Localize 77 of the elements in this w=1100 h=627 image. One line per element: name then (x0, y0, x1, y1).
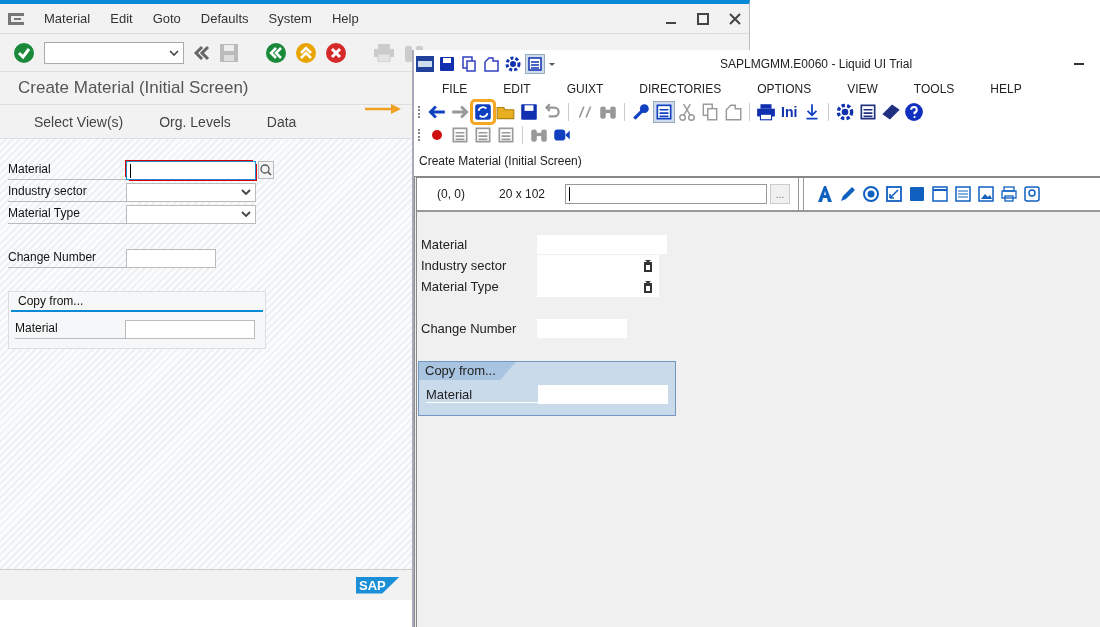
position-label: (0, 0) (437, 187, 466, 201)
settings-icon[interactable] (504, 55, 522, 73)
window-icon[interactable] (931, 185, 949, 203)
menu-item[interactable]: OPTIONS (757, 82, 832, 96)
save-icon[interactable] (519, 101, 539, 122)
help-icon[interactable] (904, 101, 925, 122)
screen-title: Create Material (Initial Screen) (418, 153, 583, 170)
menu-item[interactable]: HELP (990, 82, 1042, 96)
menu-icon[interactable] (8, 12, 24, 25)
close-icon[interactable] (729, 12, 741, 25)
list-icon[interactable] (954, 185, 972, 203)
toolbar-button[interactable]: Data (252, 109, 311, 134)
menu-item[interactable]: DIRECTORIES (639, 82, 742, 96)
field-label: Material (421, 237, 469, 252)
cancel-icon[interactable] (326, 42, 346, 63)
menu-item[interactable]: GUIXT (566, 82, 624, 96)
copy-icon[interactable] (460, 55, 478, 73)
menu-item[interactable]: Edit (110, 11, 133, 26)
minimize-icon[interactable] (1074, 62, 1084, 66)
refresh-icon[interactable] (473, 101, 493, 122)
search-icon[interactable] (258, 161, 274, 179)
toolbar-button[interactable]: Select View(s) (20, 109, 138, 134)
browse-button[interactable]: ... (770, 184, 790, 204)
toolbar-button[interactable]: Org. Levels (145, 109, 245, 134)
radio-icon[interactable] (862, 185, 880, 203)
field-label: Industry sector (421, 258, 508, 273)
checkbox-icon[interactable] (885, 185, 903, 203)
dropdown-field[interactable] (537, 255, 659, 276)
group-title: Copy from... (11, 292, 263, 312)
input-field[interactable] (538, 385, 668, 404)
settings-icon[interactable] (835, 101, 856, 122)
clipboard-icon[interactable] (643, 280, 653, 293)
screen-icon[interactable] (654, 101, 674, 122)
app-logo-icon (416, 56, 434, 72)
menu-item[interactable]: TOOLS (913, 82, 975, 96)
save-icon[interactable] (438, 55, 456, 73)
menu-item[interactable]: Material (44, 11, 91, 26)
chevron-icon[interactable] (241, 189, 251, 195)
dropdown-field[interactable] (537, 276, 659, 297)
dropdown-field[interactable] (126, 204, 256, 224)
group-title: Copy from... (419, 362, 516, 380)
back-icon[interactable] (266, 42, 286, 63)
paste-icon[interactable] (482, 55, 500, 73)
square-icon[interactable] (908, 185, 926, 203)
logo: SAP (356, 576, 400, 594)
maximize-icon[interactable] (697, 12, 709, 25)
field-label: Material Type (421, 279, 500, 294)
clipboard-icon[interactable] (643, 259, 653, 272)
screen-icon[interactable] (526, 55, 544, 73)
pencil-icon[interactable] (839, 185, 857, 203)
input-field[interactable] (126, 248, 216, 268)
dropdown-field[interactable] (126, 182, 256, 202)
chevron-icon[interactable] (169, 49, 179, 56)
ini-button[interactable]: Ini (779, 103, 800, 120)
chevron-icon[interactable] (241, 211, 251, 217)
double-chevron-icon[interactable] (194, 44, 210, 61)
menu-item[interactable]: Help (331, 11, 359, 26)
printer-icon[interactable] (1000, 185, 1018, 203)
menu-item[interactable]: System (268, 11, 312, 26)
text-icon[interactable] (816, 185, 834, 203)
check-icon[interactable] (14, 42, 34, 63)
printer-icon[interactable] (756, 101, 776, 122)
image-icon[interactable] (977, 185, 995, 203)
field-label: Change Number (421, 321, 518, 336)
command-field[interactable] (44, 41, 184, 64)
menu-item[interactable]: VIEW (847, 82, 898, 96)
input-field[interactable] (126, 160, 256, 180)
window-title: SAPLMGMM.E0060 - Liquid UI Trial (720, 57, 914, 71)
menu-item[interactable]: Goto (152, 11, 181, 26)
input-field[interactable] (125, 319, 255, 339)
menu-item[interactable]: EDIT (503, 82, 551, 96)
caret-icon[interactable] (548, 60, 556, 68)
input-field[interactable] (565, 184, 767, 204)
size-label: 20 x 102 (499, 187, 547, 201)
arrow-icon (365, 104, 401, 114)
menu-item[interactable]: Defaults (200, 11, 249, 26)
menu-item[interactable]: FILE (442, 82, 488, 96)
